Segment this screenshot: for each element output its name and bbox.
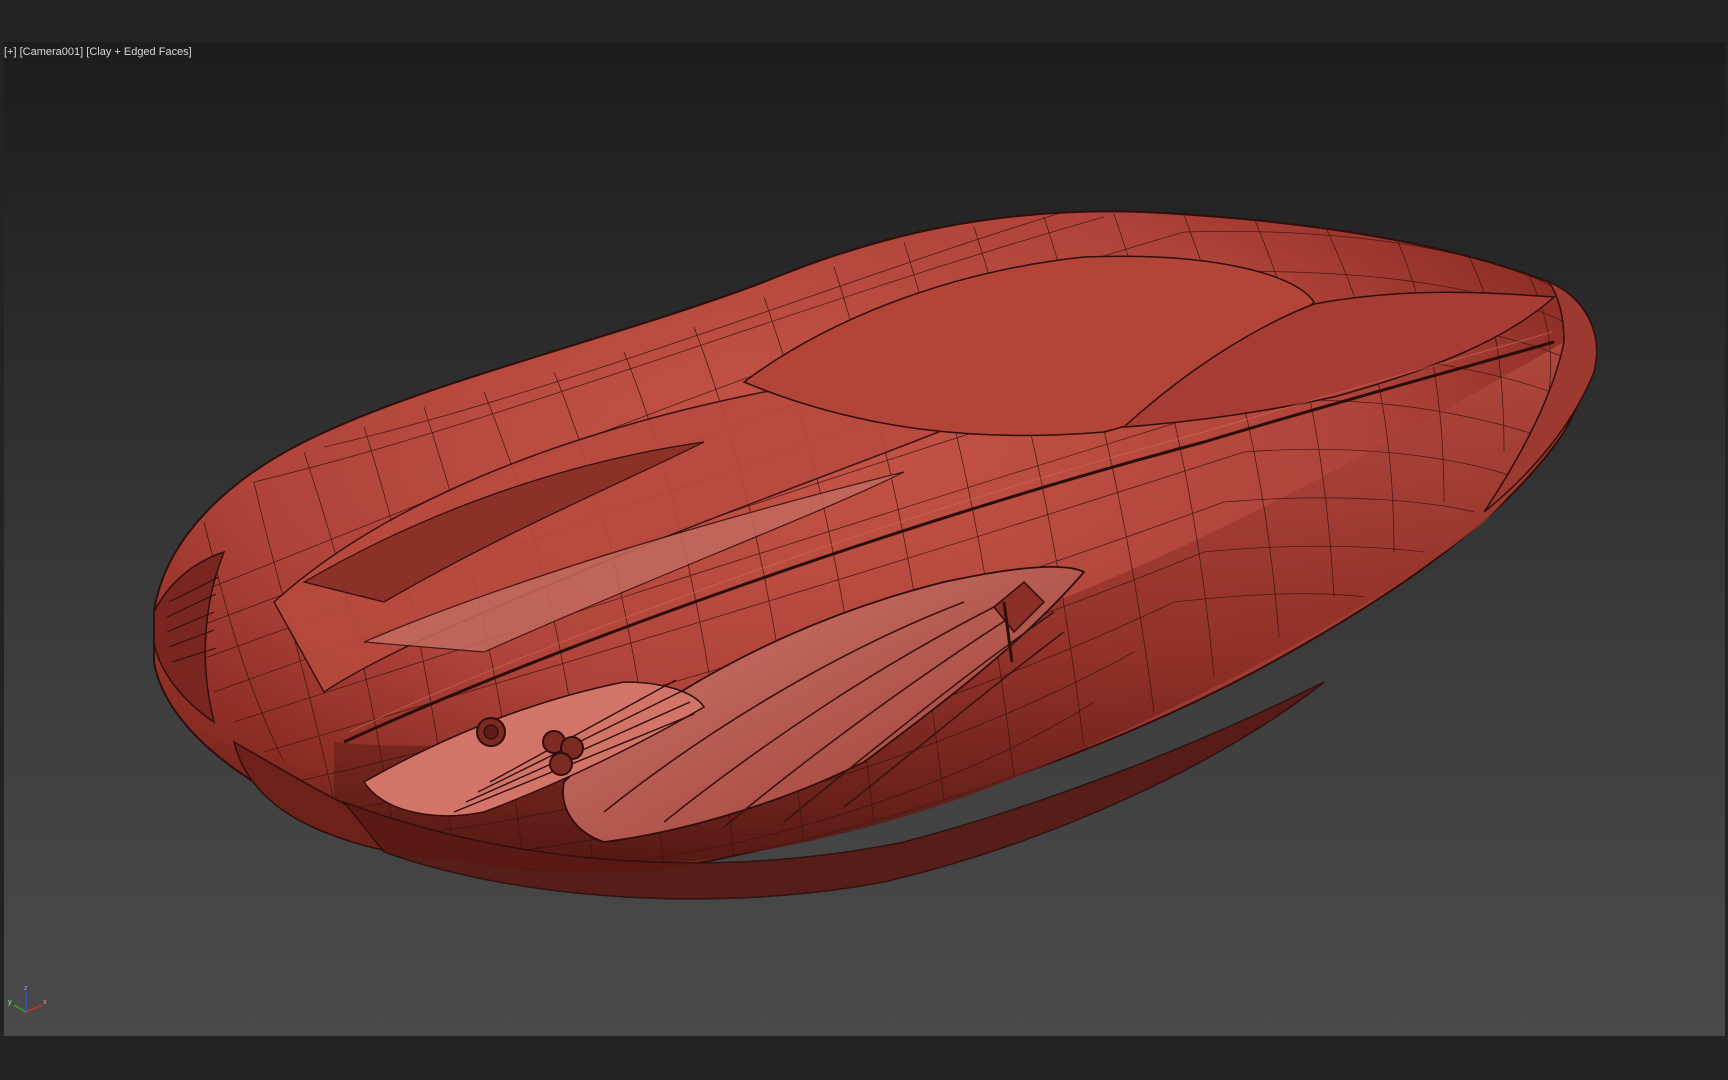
car-model-mesh[interactable]: [4, 42, 1725, 1036]
viewport-menu-button[interactable]: [+]: [4, 46, 17, 58]
viewport-window: [+] [Camera001] [Clay + Edged Faces] z x…: [0, 0, 1728, 1080]
camera-viewport[interactable]: [+] [Camera001] [Clay + Edged Faces] z x…: [4, 42, 1725, 1036]
axis-y-line: [13, 1004, 27, 1013]
axis-z-label: z: [24, 985, 28, 992]
axis-gizmo: z x y: [8, 985, 47, 1013]
car-body[interactable]: [153, 210, 1598, 900]
bottom-frame: [0, 1036, 1728, 1080]
viewport-camera-label[interactable]: [Camera001]: [20, 46, 84, 58]
axis-x-label: x: [43, 999, 47, 1006]
viewport-label[interactable]: [+] [Camera001] [Clay + Edged Faces]: [4, 46, 192, 58]
viewport-shading-label[interactable]: [Clay + Edged Faces]: [86, 46, 191, 58]
axis-y-label: y: [8, 999, 12, 1006]
axis-x-line: [25, 1004, 43, 1013]
